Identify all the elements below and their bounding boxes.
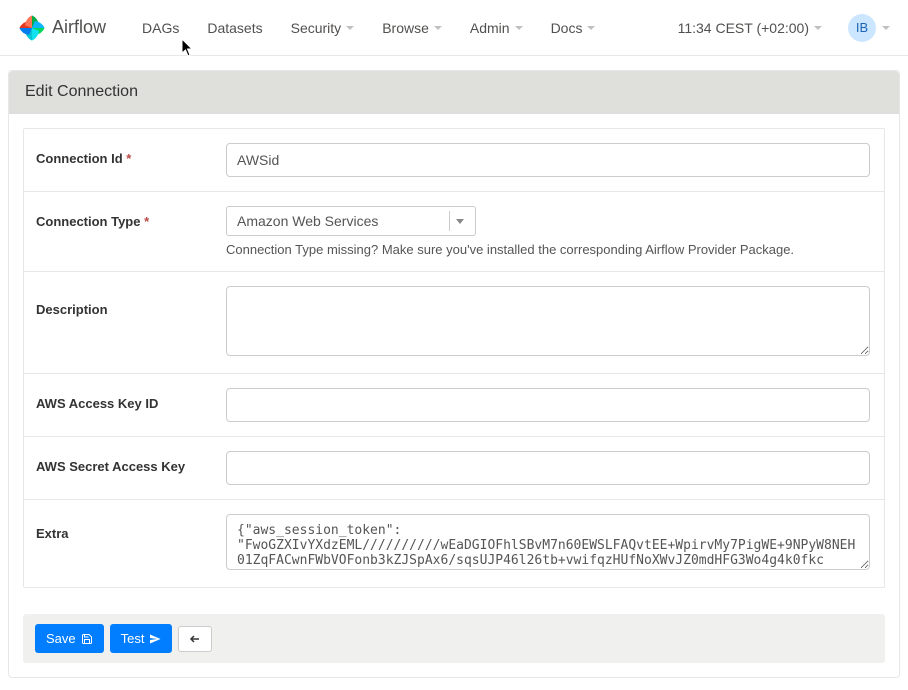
input-aws-access-key-id[interactable]	[226, 388, 870, 422]
row-connection-type: Connection Type * Amazon Web Services Co…	[24, 192, 884, 272]
chevron-down-icon	[434, 26, 442, 30]
form-actions: Save Test	[23, 614, 885, 663]
chevron-down-icon	[449, 211, 469, 231]
nav-docs-label: Docs	[551, 20, 583, 36]
row-aws-secret-access-key: AWS Secret Access Key	[24, 437, 884, 500]
chevron-down-icon	[882, 26, 890, 30]
textarea-description[interactable]	[226, 286, 870, 356]
nav-datasets-label: Datasets	[207, 20, 262, 36]
nav-time[interactable]: 11:34 CEST (+02:00)	[668, 14, 832, 42]
label-aws-access-key-id: AWS Access Key ID	[24, 374, 212, 436]
nav-admin[interactable]: Admin	[456, 14, 537, 42]
arrow-left-icon	[189, 633, 201, 645]
label-connection-id-text: Connection Id	[36, 151, 123, 166]
nav-browse-label: Browse	[382, 20, 429, 36]
label-aws-secret-access-key: AWS Secret Access Key	[24, 437, 212, 499]
test-button[interactable]: Test	[110, 624, 173, 653]
chevron-down-icon	[587, 26, 595, 30]
save-button-label: Save	[46, 631, 76, 646]
chevron-down-icon	[515, 26, 523, 30]
nav-dags-label: DAGs	[142, 20, 179, 36]
select-connection-type[interactable]: Amazon Web Services	[226, 206, 476, 236]
nav-admin-label: Admin	[470, 20, 510, 36]
label-connection-id: Connection Id *	[24, 129, 212, 191]
airflow-logo-icon	[18, 14, 46, 42]
label-connection-type: Connection Type *	[24, 192, 212, 271]
chevron-down-icon	[346, 26, 354, 30]
nav-dags[interactable]: DAGs	[128, 14, 193, 42]
nav-links: DAGs Datasets Security Browse Admin Docs	[128, 14, 609, 42]
nav-docs[interactable]: Docs	[537, 14, 610, 42]
edit-connection-panel: Edit Connection Connection Id * Connecti…	[8, 70, 900, 678]
nav-browse[interactable]: Browse	[368, 14, 456, 42]
nav-time-label: 11:34 CEST (+02:00)	[678, 20, 809, 36]
nav-security[interactable]: Security	[277, 14, 369, 42]
row-aws-access-key-id: AWS Access Key ID	[24, 374, 884, 437]
row-extra: Extra	[24, 500, 884, 587]
required-marker: *	[144, 214, 149, 229]
user-badge: IB	[848, 14, 876, 42]
navbar: Airflow DAGs Datasets Security Browse Ad…	[0, 0, 908, 56]
save-button[interactable]: Save	[35, 624, 104, 653]
save-icon	[81, 633, 93, 645]
row-description: Description	[24, 272, 884, 374]
panel-body: Connection Id * Connection Type * Amazon…	[9, 114, 899, 677]
label-extra: Extra	[24, 500, 212, 587]
textarea-extra[interactable]	[226, 514, 870, 570]
required-marker: *	[126, 151, 131, 166]
input-aws-secret-access-key[interactable]	[226, 451, 870, 485]
user-menu[interactable]: IB	[848, 14, 890, 42]
nav-datasets[interactable]: Datasets	[193, 14, 276, 42]
label-connection-type-text: Connection Type	[36, 214, 140, 229]
row-connection-id: Connection Id *	[24, 129, 884, 192]
help-connection-type: Connection Type missing? Make sure you'v…	[226, 242, 870, 257]
brand[interactable]: Airflow	[18, 14, 106, 42]
paper-plane-icon	[149, 633, 161, 645]
brand-text: Airflow	[52, 17, 106, 38]
panel-title: Edit Connection	[9, 71, 899, 114]
test-button-label: Test	[121, 631, 145, 646]
select-connection-type-value: Amazon Web Services	[237, 213, 378, 229]
chevron-down-icon	[814, 26, 822, 30]
input-connection-id[interactable]	[226, 143, 870, 177]
back-button[interactable]	[178, 626, 212, 652]
nav-security-label: Security	[291, 20, 342, 36]
label-description: Description	[24, 272, 212, 373]
form-table: Connection Id * Connection Type * Amazon…	[23, 128, 885, 588]
